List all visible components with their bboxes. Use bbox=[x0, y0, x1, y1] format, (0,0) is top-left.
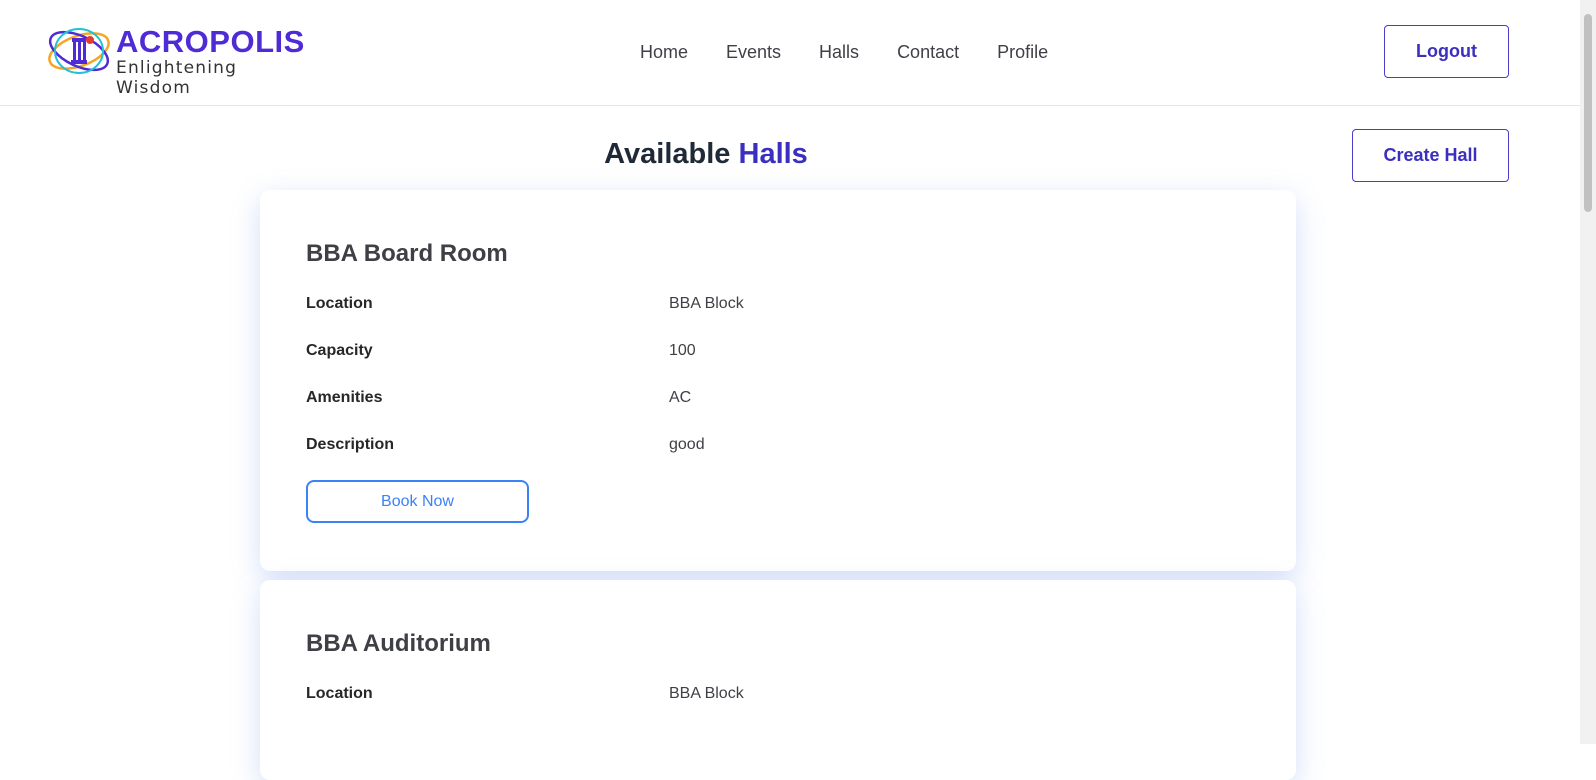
brand-name: ACROPOLIS bbox=[116, 24, 305, 59]
logo-icon bbox=[48, 28, 110, 74]
field-value: AC bbox=[669, 389, 692, 406]
hall-name: BBA Auditorium bbox=[306, 630, 491, 657]
page-title-accent: Halls bbox=[738, 138, 808, 170]
hall-card: BBA Board Room Location BBA Block Capaci… bbox=[260, 190, 1296, 571]
brand-tagline: Enlightening Wisdom bbox=[116, 58, 238, 98]
hall-name: BBA Board Room bbox=[306, 240, 508, 267]
logout-button[interactable]: Logout bbox=[1384, 25, 1509, 78]
nav-home[interactable]: Home bbox=[640, 40, 688, 64]
page-title-main: Available bbox=[604, 138, 731, 170]
hall-field-row: Capacity 100 bbox=[306, 342, 1206, 364]
field-value: good bbox=[669, 436, 705, 453]
create-hall-button[interactable]: Create Hall bbox=[1352, 129, 1509, 182]
field-value: BBA Block bbox=[669, 685, 744, 702]
field-label: Capacity bbox=[306, 342, 373, 359]
field-value: 100 bbox=[669, 342, 696, 359]
scrollbar-thumb[interactable] bbox=[1584, 14, 1592, 212]
nav-halls[interactable]: Halls bbox=[819, 40, 859, 64]
page-title: Available Halls bbox=[0, 138, 1412, 171]
brand-logo[interactable]: ACROPOLIS Enlightening Wisdom bbox=[46, 22, 316, 98]
field-label: Location bbox=[306, 685, 373, 702]
nav-contact[interactable]: Contact bbox=[897, 40, 959, 64]
hall-field-row: Location BBA Block bbox=[306, 685, 1206, 707]
nav-profile[interactable]: Profile bbox=[997, 40, 1048, 64]
hall-field-row: Description good bbox=[306, 436, 1206, 458]
book-now-button[interactable]: Book Now bbox=[306, 480, 529, 523]
field-value: BBA Block bbox=[669, 295, 744, 312]
field-label: Location bbox=[306, 295, 373, 312]
main-nav: Home Events Halls Contact Profile bbox=[640, 40, 1086, 64]
hall-card: BBA Auditorium Location BBA Block bbox=[260, 580, 1296, 780]
top-navbar: ACROPOLIS Enlightening Wisdom Home Event… bbox=[0, 0, 1580, 106]
hall-field-row: Location BBA Block bbox=[306, 295, 1206, 317]
hall-field-row: Amenities AC bbox=[306, 389, 1206, 411]
field-label: Amenities bbox=[306, 389, 383, 406]
field-label: Description bbox=[306, 436, 395, 453]
nav-events[interactable]: Events bbox=[726, 40, 781, 64]
